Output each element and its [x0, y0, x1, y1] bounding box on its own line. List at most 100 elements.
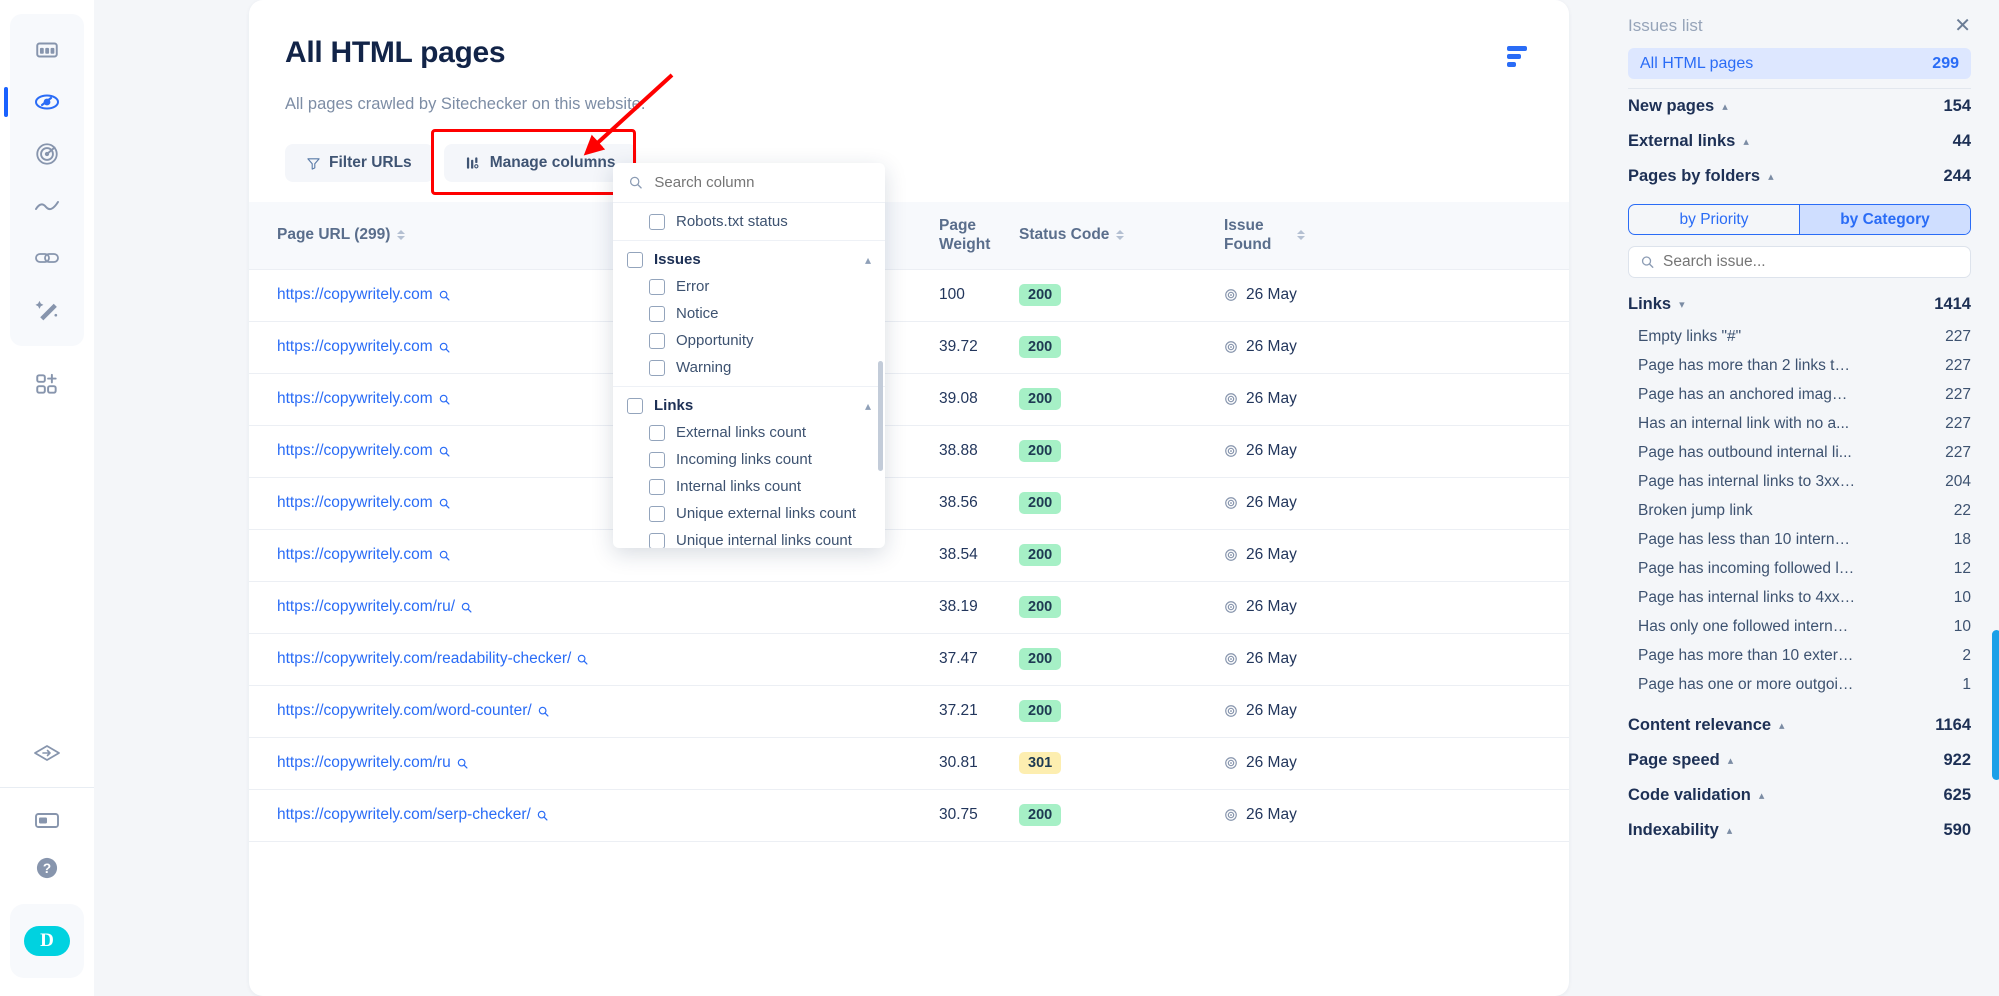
issues-list-item[interactable]: Page has more than 2 links to ... 227: [1628, 351, 1971, 380]
table-row[interactable]: https://copywritely.com 39.72 200 26 May: [249, 321, 1569, 374]
table-row[interactable]: https://copywritely.com 38.54 200 26 May: [249, 529, 1569, 582]
inspect-url-button[interactable]: [439, 339, 450, 354]
checkbox[interactable]: [649, 332, 665, 349]
toggle-by-category[interactable]: by Category: [1799, 205, 1970, 234]
page-url-link[interactable]: https://copywritely.com: [277, 442, 433, 459]
issues-group[interactable]: External links ▴ 44: [1628, 124, 1971, 159]
page-url-link[interactable]: https://copywritely.com/word-counter/: [277, 702, 532, 719]
page-url-link[interactable]: https://copywritely.com: [277, 390, 433, 407]
page-url-link[interactable]: https://copywritely.com: [277, 494, 433, 511]
issues-list-item[interactable]: Page has more than 10 external l... 2: [1628, 641, 1971, 670]
user-avatar-wrap[interactable]: D: [10, 904, 84, 978]
close-icon[interactable]: ✕: [1954, 16, 1971, 36]
issues-list-item[interactable]: Page has internal links to 3xx ... 204: [1628, 467, 1971, 496]
checkbox[interactable]: [627, 251, 643, 268]
column-option-row[interactable]: External links count: [613, 419, 885, 446]
sidebar-item-apps[interactable]: [17, 360, 77, 408]
issues-group[interactable]: Indexability ▴ 590: [1628, 813, 1971, 848]
issues-list-item[interactable]: Empty links "#" 227: [1628, 322, 1971, 351]
issues-item-all-html-pages[interactable]: All HTML pages 299: [1628, 48, 1971, 79]
column-option-row[interactable]: Incoming links count: [613, 446, 885, 473]
magnifier-icon[interactable]: [439, 342, 450, 353]
issues-list-item[interactable]: Page has outbound internal li... 227: [1628, 438, 1971, 467]
inspect-url-button[interactable]: [577, 651, 588, 666]
column-option-row[interactable]: Internal links count: [613, 473, 885, 500]
page-url-link[interactable]: https://copywritely.com/serp-checker/: [277, 806, 531, 823]
issues-list-item[interactable]: Has only one followed internal l... 10: [1628, 612, 1971, 641]
magnifier-icon[interactable]: [457, 758, 468, 769]
column-header-status-code[interactable]: Status Code: [1019, 202, 1224, 270]
magnifier-icon[interactable]: [439, 498, 450, 509]
table-row[interactable]: https://copywritely.com/ru/38.19 200 26 Ma…: [249, 581, 1569, 634]
issues-group[interactable]: New pages ▴ 154: [1628, 89, 1971, 124]
table-row[interactable]: https://copywritely.com 100 200 26 May: [249, 269, 1569, 322]
table-row[interactable]: https://copywritely.com/word-counter/37.…: [249, 685, 1569, 738]
issues-list-item[interactable]: Page has incoming followed lin... 12: [1628, 554, 1971, 583]
sidebar-item-switch-project[interactable]: [17, 729, 77, 777]
issues-list-item[interactable]: Page has an anchored image ... 227: [1628, 380, 1971, 409]
checkbox[interactable]: [649, 505, 665, 522]
checkbox[interactable]: [649, 213, 665, 230]
checkbox[interactable]: [649, 359, 665, 376]
table-row[interactable]: https://copywritely.com 39.08 200 26 May: [249, 373, 1569, 426]
chevron-up-icon[interactable]: ▴: [865, 253, 871, 267]
checkbox[interactable]: [627, 397, 643, 414]
issues-group[interactable]: Content relevance ▴ 1164: [1628, 708, 1971, 743]
magnifier-icon[interactable]: [461, 602, 472, 613]
sidebar-item-dashboard[interactable]: [17, 26, 77, 74]
inspect-url-button[interactable]: [457, 755, 468, 770]
page-url-link[interactable]: https://copywritely.com/readability-chec…: [277, 650, 571, 667]
column-option-row[interactable]: Unique external links count: [613, 500, 885, 527]
issues-group[interactable]: Page speed ▴ 922: [1628, 743, 1971, 778]
column-header-issue-found[interactable]: Issue Found: [1224, 202, 1384, 270]
column-options-list[interactable]: Robots.txt status Issues ▴ Error Notice Oppor…: [613, 203, 885, 548]
dropdown-scrollbar[interactable]: [878, 361, 883, 471]
page-url-link[interactable]: https://copywritely.com: [277, 546, 433, 563]
magnifier-icon[interactable]: [439, 290, 450, 301]
table-row[interactable]: https://copywritely.com 38.56 200 26 May: [249, 477, 1569, 530]
issues-group-links[interactable]: Links ▾ 1414: [1628, 287, 1971, 322]
sidebar-item-backlinks[interactable]: [17, 234, 77, 282]
search-issue-input[interactable]: [1663, 253, 1958, 271]
sidebar-item-monitoring[interactable]: [17, 130, 77, 178]
column-header-page-weight[interactable]: Page Weight: [939, 202, 1019, 270]
sidebar-item-tools[interactable]: [17, 286, 77, 334]
sidebar-item-help[interactable]: ?: [17, 844, 77, 892]
magnifier-icon[interactable]: [439, 446, 450, 457]
issues-list-item[interactable]: Page has less than 10 internal b... 18: [1628, 525, 1971, 554]
inspect-url-button[interactable]: [439, 443, 450, 458]
checkbox[interactable]: [649, 478, 665, 495]
magnifier-icon[interactable]: [439, 550, 450, 561]
table-row[interactable]: https://copywritely.com/serp-checker/30.…: [249, 789, 1569, 842]
filter-urls-button[interactable]: Filter URLs: [285, 144, 434, 182]
checkbox[interactable]: [649, 451, 665, 468]
inspect-url-button[interactable]: [439, 495, 450, 510]
table-row[interactable]: https://copywritely.com 38.88 200 26 May: [249, 425, 1569, 478]
magnifier-icon[interactable]: [537, 810, 548, 821]
inspect-url-button[interactable]: [537, 807, 548, 822]
search-column-input[interactable]: [654, 174, 869, 191]
sidebar-item-billing[interactable]: [17, 796, 77, 844]
magnifier-icon[interactable]: [577, 654, 588, 665]
column-group-row[interactable]: Links ▴: [613, 392, 885, 419]
column-group-row[interactable]: Issues ▴: [613, 246, 885, 273]
issues-list-item[interactable]: Page has internal links to 4xx p... 10: [1628, 583, 1971, 612]
column-option-row[interactable]: Opportunity: [613, 327, 885, 354]
table-row[interactable]: https://copywritely.com/readability-chec…: [249, 633, 1569, 686]
panel-scrollbar[interactable]: [1992, 630, 1999, 780]
page-url-link[interactable]: https://copywritely.com: [277, 338, 433, 355]
checkbox[interactable]: [649, 532, 665, 548]
checkbox[interactable]: [649, 424, 665, 441]
chevron-up-icon[interactable]: ▴: [865, 399, 871, 413]
sidebar-item-rank-tracker[interactable]: [17, 182, 77, 230]
page-url-link[interactable]: https://copywritely.com/ru: [277, 754, 451, 771]
manage-columns-button[interactable]: Manage columns: [443, 144, 638, 182]
column-option-row[interactable]: Notice: [613, 300, 885, 327]
issues-group[interactable]: Code validation ▴ 625: [1628, 778, 1971, 813]
magnifier-icon[interactable]: [439, 394, 450, 405]
sort-lines-icon[interactable]: [1507, 46, 1533, 67]
column-option-row[interactable]: Robots.txt status: [613, 208, 885, 235]
issues-group[interactable]: Pages by folders ▴ 244: [1628, 159, 1971, 194]
page-url-link[interactable]: https://copywritely.com/ru/: [277, 598, 455, 615]
sidebar-item-site-audit[interactable]: [4, 78, 77, 126]
